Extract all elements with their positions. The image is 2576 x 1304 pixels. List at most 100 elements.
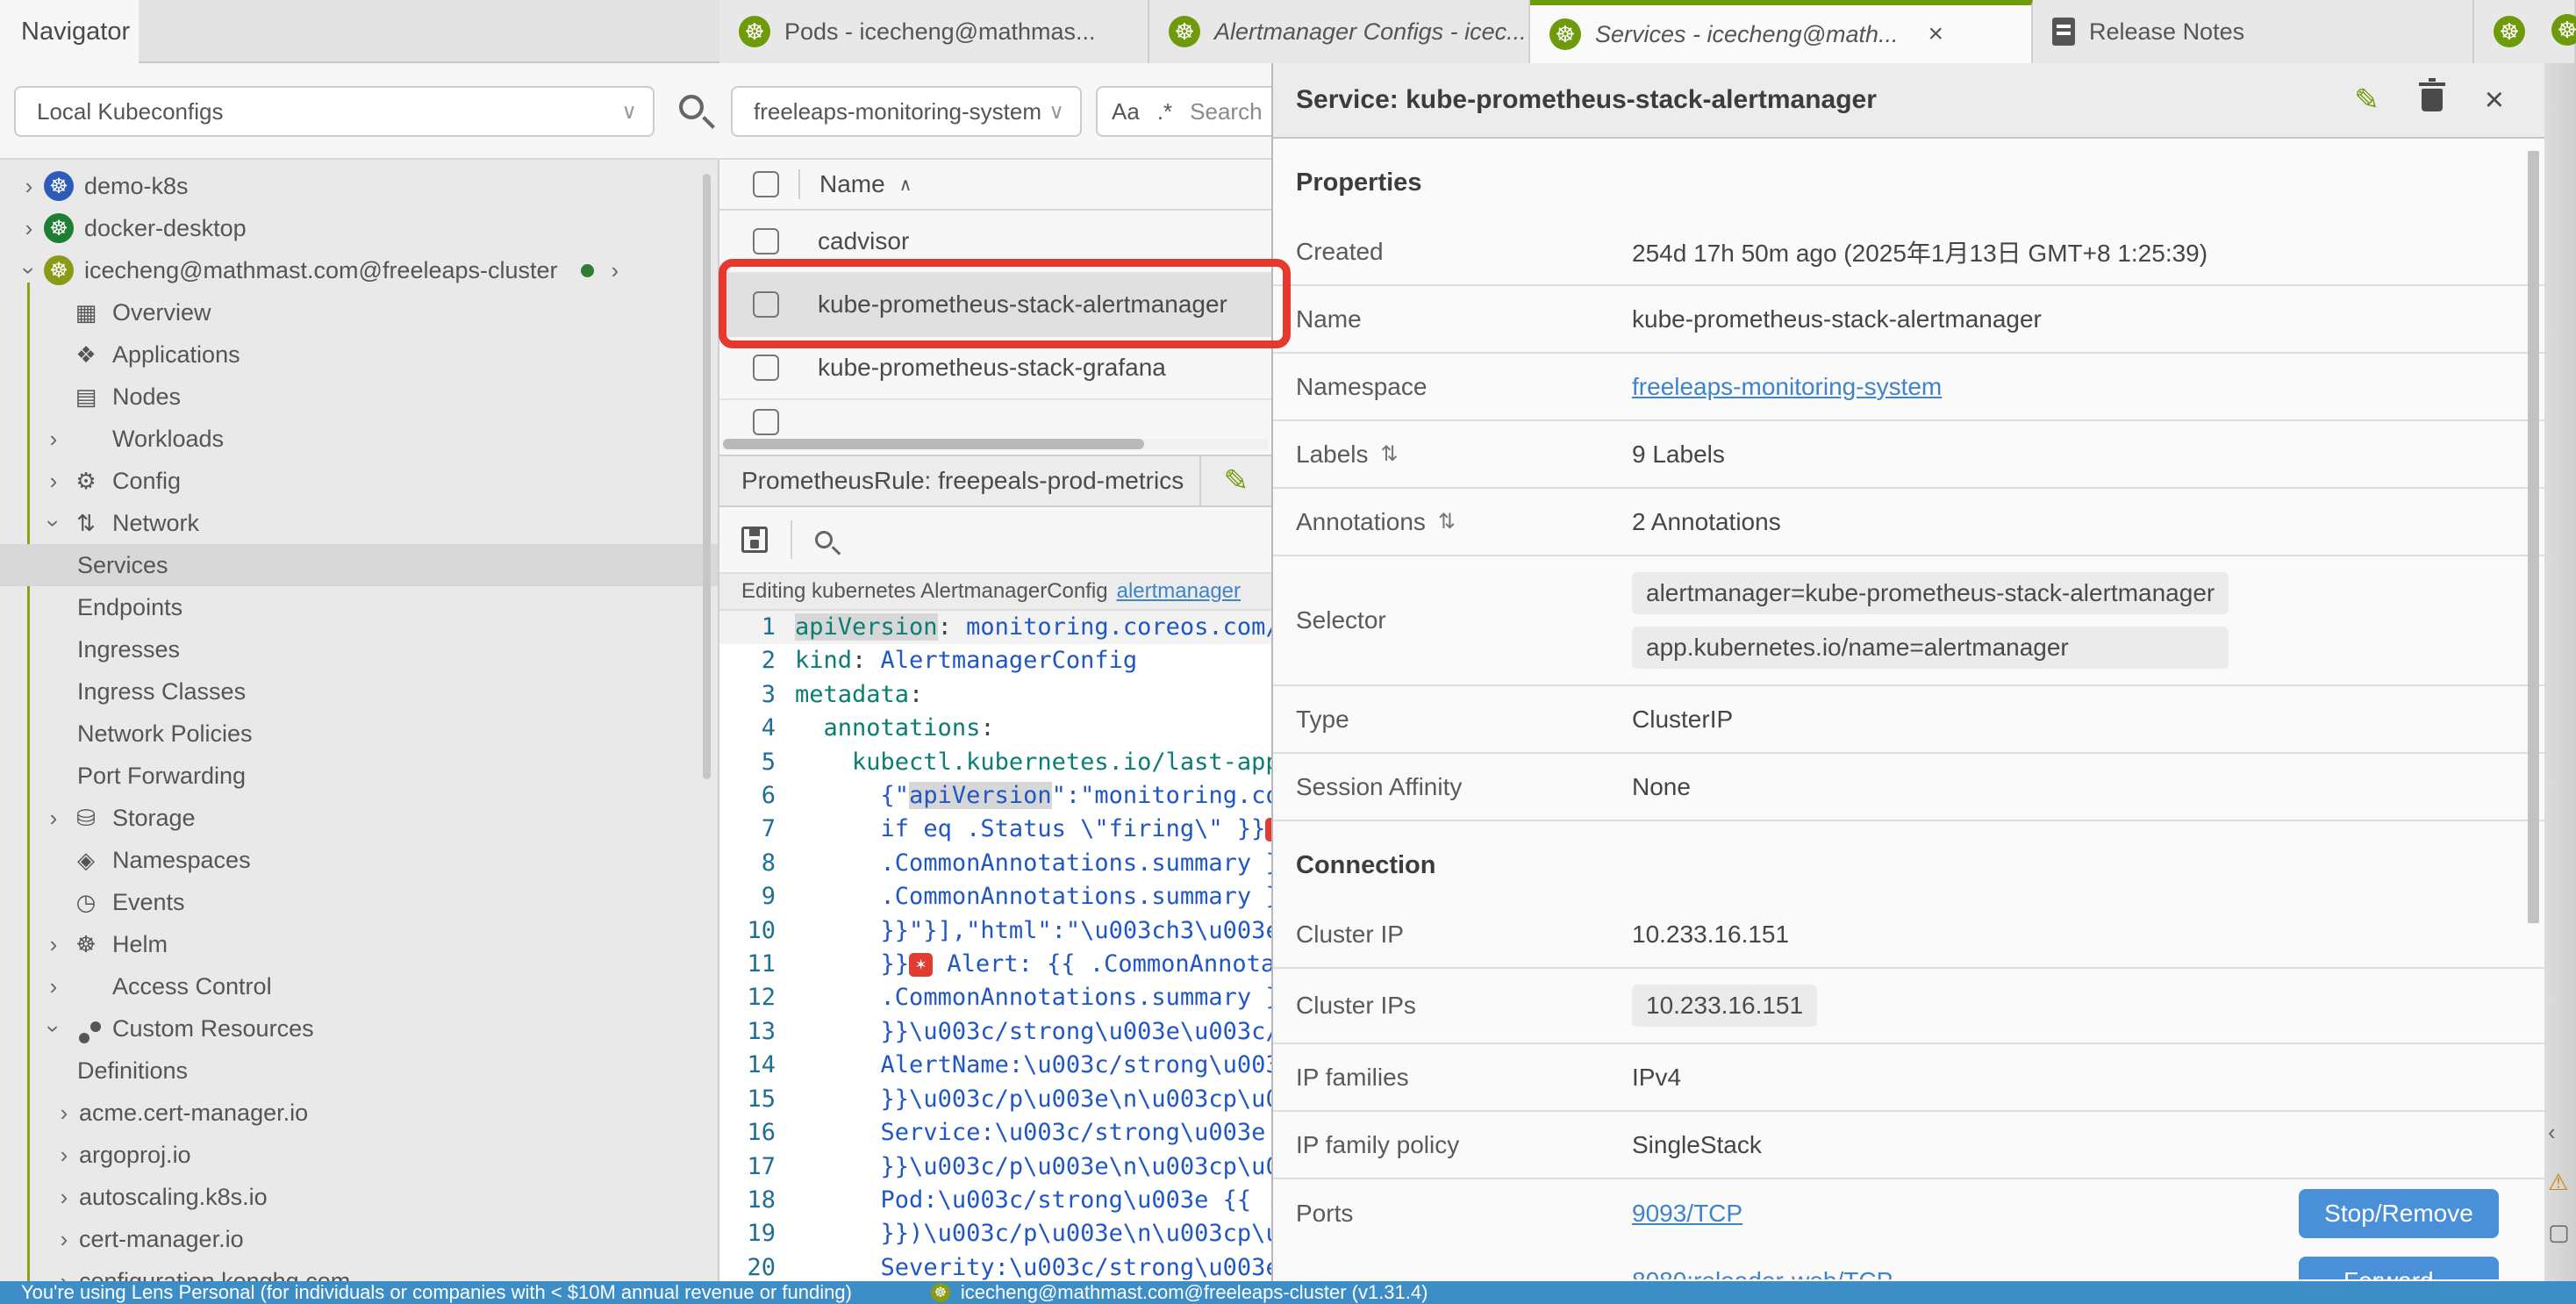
chevron-down-icon[interactable]: › — [40, 508, 68, 538]
yaml-editor[interactable]: 1apiVersion: monitoring.coreos.com/v12ki… — [719, 611, 1271, 1281]
chevron-right-icon[interactable]: › — [39, 973, 68, 1000]
sidebar-item-label: Workloads — [112, 426, 224, 453]
sidebar-item-port-forwarding[interactable]: Port Forwarding — [0, 755, 718, 797]
edit-icon[interactable]: ✎ — [1201, 463, 1272, 498]
tab-alertmanager[interactable]: ☸Alertmanager Configs - icec... — [1149, 0, 1530, 63]
stop-remove-button[interactable]: Stop/Remove — [2299, 1189, 2499, 1238]
sidebar-item-configuration-konghq-com[interactable]: ›configuration.konghq.com — [0, 1260, 718, 1281]
cluster-status[interactable]: ☸ icecheng@mathmast.com@freeleaps-cluste… — [931, 1281, 1428, 1304]
sidebar-item-applications[interactable]: ❖Applications — [0, 333, 718, 376]
sidebar-item-services[interactable]: Services — [0, 544, 718, 586]
kubeconfig-select[interactable]: Local Kubeconfigs ∨ — [14, 86, 655, 137]
select-all-checkbox[interactable] — [753, 171, 779, 197]
sidebar-item-icecheng-mathmast-com-freeleaps-cluster[interactable]: ›☸icecheng@mathmast.com@freeleaps-cluste… — [0, 249, 718, 291]
code-text: metadata: — [795, 678, 923, 712]
table-row[interactable]: cadvisor — [719, 211, 1271, 274]
chevron-right-icon[interactable]: › — [49, 1100, 79, 1127]
line-number: 14 — [719, 1049, 795, 1082]
chevron-right-icon[interactable]: › — [49, 1226, 79, 1253]
sidebar-item-network-policies[interactable]: Network Policies — [0, 713, 718, 755]
code-text: {"apiVersion":"monitoring.core — [795, 779, 1271, 813]
editor-search-icon[interactable] — [815, 531, 833, 548]
sidebar-item-endpoints[interactable]: Endpoints — [0, 586, 718, 628]
sidebar-item-namespaces[interactable]: ◈Namespaces — [0, 839, 718, 881]
sidebar-item-network[interactable]: ›⇅Network — [0, 502, 718, 544]
chevron-right-icon[interactable]: › — [49, 1268, 79, 1282]
regex-toggle[interactable]: .* — [1157, 98, 1172, 125]
sidebar-item-storage[interactable]: ›⛁Storage — [0, 797, 718, 839]
chevron-down-icon[interactable]: › — [40, 1014, 68, 1043]
sort-arrows-icon[interactable]: ⇅ — [1381, 441, 1399, 467]
sidebar-item-acme-cert-manager-io[interactable]: ›acme.cert-manager.io — [0, 1092, 718, 1134]
chevron-down-icon[interactable]: › — [16, 255, 43, 285]
alertmanager-config-link[interactable]: alertmanager — [1117, 579, 1241, 604]
table-row[interactable] — [719, 400, 1271, 437]
sort-asc-icon[interactable]: ∧ — [899, 174, 912, 196]
horizontal-scrollbar[interactable] — [723, 439, 1268, 449]
sidebar-item-events[interactable]: ◷Events — [0, 881, 718, 923]
drawer-row: Namekube-prometheus-stack-alertmanager — [1273, 286, 2544, 354]
chevron-right-icon[interactable]: › — [39, 805, 68, 832]
sidebar-item-ingress-classes[interactable]: Ingress Classes — [0, 670, 718, 713]
port-link[interactable]: 8080:reloader-web/TCP — [1632, 1267, 2299, 1280]
chevron-right-icon[interactable]: › — [14, 215, 44, 242]
table-row[interactable]: kube-prometheus-stack-grafana — [719, 337, 1271, 400]
namespace-link[interactable]: freeleaps-monitoring-system — [1632, 373, 1942, 401]
sidebar-item-nodes[interactable]: ▤Nodes — [0, 376, 718, 418]
sidebar-item-label: Network — [112, 510, 199, 537]
close-tab-icon[interactable]: × — [1928, 19, 1944, 49]
sidebar-item-autoscaling-k8s-io[interactable]: ›autoscaling.k8s.io — [0, 1176, 718, 1218]
drawer-scrollbar[interactable] — [2528, 151, 2539, 923]
value-badge: app.kubernetes.io/name=alertmanager — [1632, 627, 2229, 669]
kubernetes-icon: ☸ — [44, 171, 74, 201]
code-text: Service:\u003c/strong\u003e { — [795, 1116, 1271, 1150]
edit-service-icon[interactable]: ✎ — [2354, 82, 2379, 118]
sort-arrows-icon[interactable]: ⇅ — [1438, 509, 1456, 534]
close-drawer-icon[interactable]: × — [2485, 83, 2504, 117]
chevron-right-icon[interactable]: › — [612, 257, 619, 284]
back-icon[interactable]: ‹ — [2548, 1119, 2570, 1146]
drawer-row-label: Session Affinity — [1273, 773, 1632, 801]
sidebar-item-workloads[interactable]: › Workloads — [0, 418, 718, 460]
save-icon[interactable] — [741, 527, 768, 553]
delete-service-icon[interactable] — [2422, 89, 2443, 111]
tab-release[interactable]: Release Notes — [2033, 0, 2474, 63]
chevron-right-icon[interactable]: › — [49, 1184, 79, 1211]
row-checkbox[interactable] — [753, 228, 779, 254]
row-checkbox[interactable] — [753, 291, 779, 318]
panel-icon[interactable]: ▢ — [2548, 1219, 2570, 1246]
sidebar-item-helm[interactable]: ›☸Helm — [0, 923, 718, 965]
port-link[interactable]: 9093/TCP — [1632, 1200, 2299, 1228]
sidebar-item-definitions[interactable]: Definitions — [0, 1050, 718, 1092]
namespace-select[interactable]: freeleaps-monitoring-system ∨ — [731, 86, 1082, 137]
sidebar-item-config[interactable]: ›⚙Config — [0, 460, 718, 502]
chevron-right-icon[interactable]: › — [39, 426, 68, 453]
chevron-right-icon[interactable]: › — [14, 173, 44, 200]
tab-pods[interactable]: ☸Pods - icecheng@mathmas... — [719, 0, 1149, 63]
sidebar-item-cert-manager-io[interactable]: ›cert-manager.io — [0, 1218, 718, 1260]
drawer-row-label: Name — [1273, 305, 1632, 333]
sidebar-scrollbar[interactable] — [703, 174, 711, 779]
search-icon[interactable] — [679, 95, 704, 119]
editing-text: Editing kubernetes AlertmanagerConfig — [741, 579, 1108, 604]
sidebar-item-demo-k8s[interactable]: ›☸demo-k8s — [0, 165, 718, 207]
sidebar-item-label: Overview — [112, 299, 211, 326]
sidebar-item-access-control[interactable]: ›Access Control — [0, 965, 718, 1007]
chevron-right-icon[interactable]: › — [39, 931, 68, 958]
row-checkbox[interactable] — [753, 409, 779, 435]
sidebar-item-docker-desktop[interactable]: ›☸docker-desktop — [0, 207, 718, 249]
sidebar-item-overview[interactable]: ▦Overview — [0, 291, 718, 333]
match-case-toggle[interactable]: Aa — [1112, 98, 1140, 125]
tab-services[interactable]: ☸Services - icecheng@math...× — [1530, 0, 2033, 63]
table-row[interactable]: kube-prometheus-stack-alertmanager — [719, 274, 1271, 337]
chevron-right-icon[interactable]: › — [39, 468, 68, 495]
sidebar-item-ingresses[interactable]: Ingresses — [0, 628, 718, 670]
row-checkbox[interactable] — [753, 355, 779, 381]
navigator-tab[interactable]: Navigator — [0, 0, 139, 63]
line-number: 1 — [719, 611, 795, 644]
name-column-header[interactable]: Name — [819, 170, 885, 198]
forward--button[interactable]: Forward... — [2299, 1257, 2499, 1280]
sidebar-item-custom-resources[interactable]: ›Custom Resources — [0, 1007, 718, 1050]
sidebar-item-argoproj-io[interactable]: ›argoproj.io — [0, 1134, 718, 1176]
chevron-right-icon[interactable]: › — [49, 1142, 79, 1169]
